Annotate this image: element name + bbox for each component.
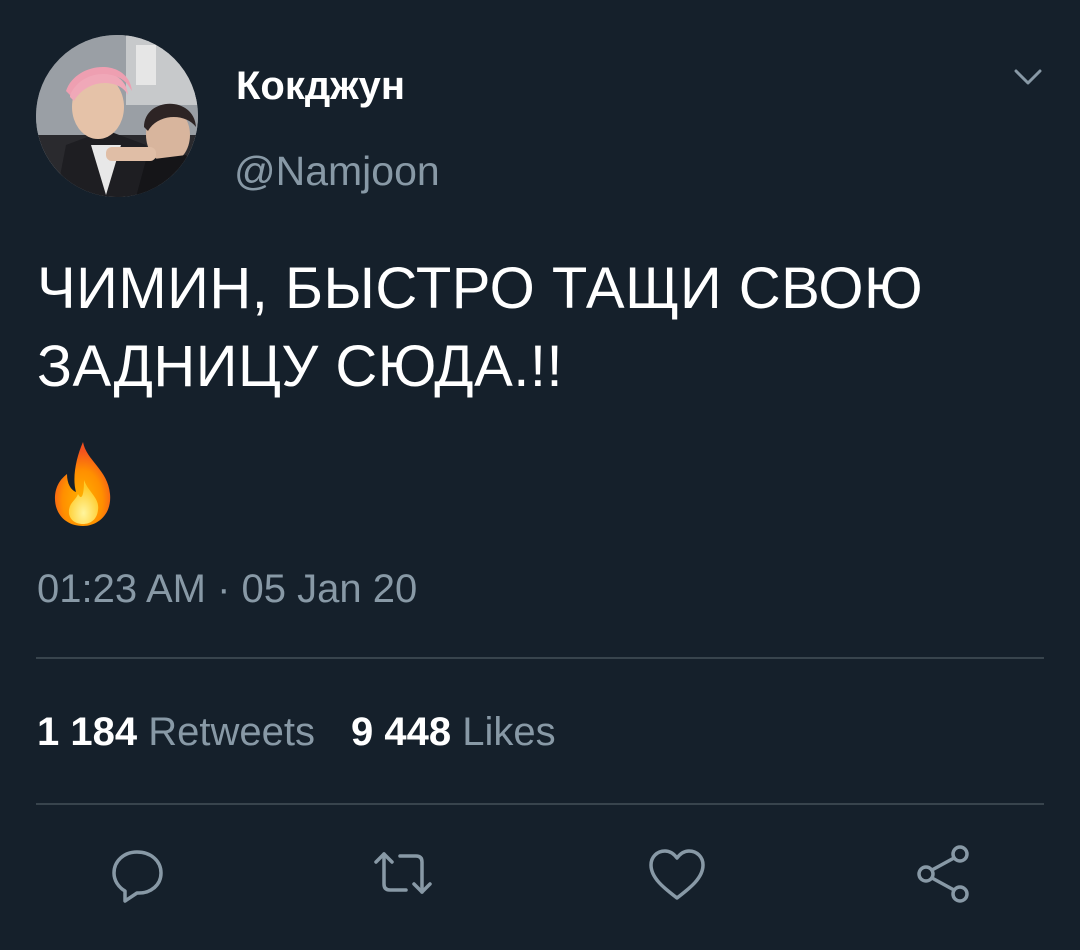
- divider-top: [36, 657, 1044, 659]
- retweets-stat[interactable]: 1 184 Retweets: [37, 710, 315, 754]
- reply-icon[interactable]: [103, 838, 173, 908]
- fire-emoji: [50, 440, 116, 528]
- tweet-card: Кокджун @Namjoon ЧИМИН, БЫСТРО ТАЩИ СВОЮ…: [0, 0, 1080, 950]
- retweets-count: 1 184: [37, 710, 138, 754]
- heart-icon[interactable]: [642, 838, 712, 908]
- likes-count: 9 448: [350, 710, 452, 754]
- chevron-down-icon[interactable]: [1008, 62, 1048, 92]
- divider-bottom: [36, 803, 1044, 805]
- tweet-timestamp[interactable]: 01:23 AM · 05 Jan 20: [37, 565, 417, 613]
- likes-label: Likes: [462, 710, 556, 754]
- engagement-stats: 1 184 Retweets 9 448 Likes: [37, 708, 556, 756]
- likes-stat[interactable]: 9 448 Likes: [351, 710, 556, 754]
- tweet-text: ЧИМИН, БЫСТРО ТАЩИ СВОЮ ЗАДНИЦУ СЮДА.!!: [37, 256, 924, 399]
- share-icon[interactable]: [908, 838, 978, 908]
- retweet-icon[interactable]: [368, 838, 438, 908]
- user-handle[interactable]: @Namjoon: [234, 146, 440, 196]
- display-name[interactable]: Кокджун: [236, 62, 405, 110]
- avatar-photo: [36, 35, 198, 197]
- avatar[interactable]: [36, 35, 198, 197]
- retweets-label: Retweets: [148, 710, 315, 754]
